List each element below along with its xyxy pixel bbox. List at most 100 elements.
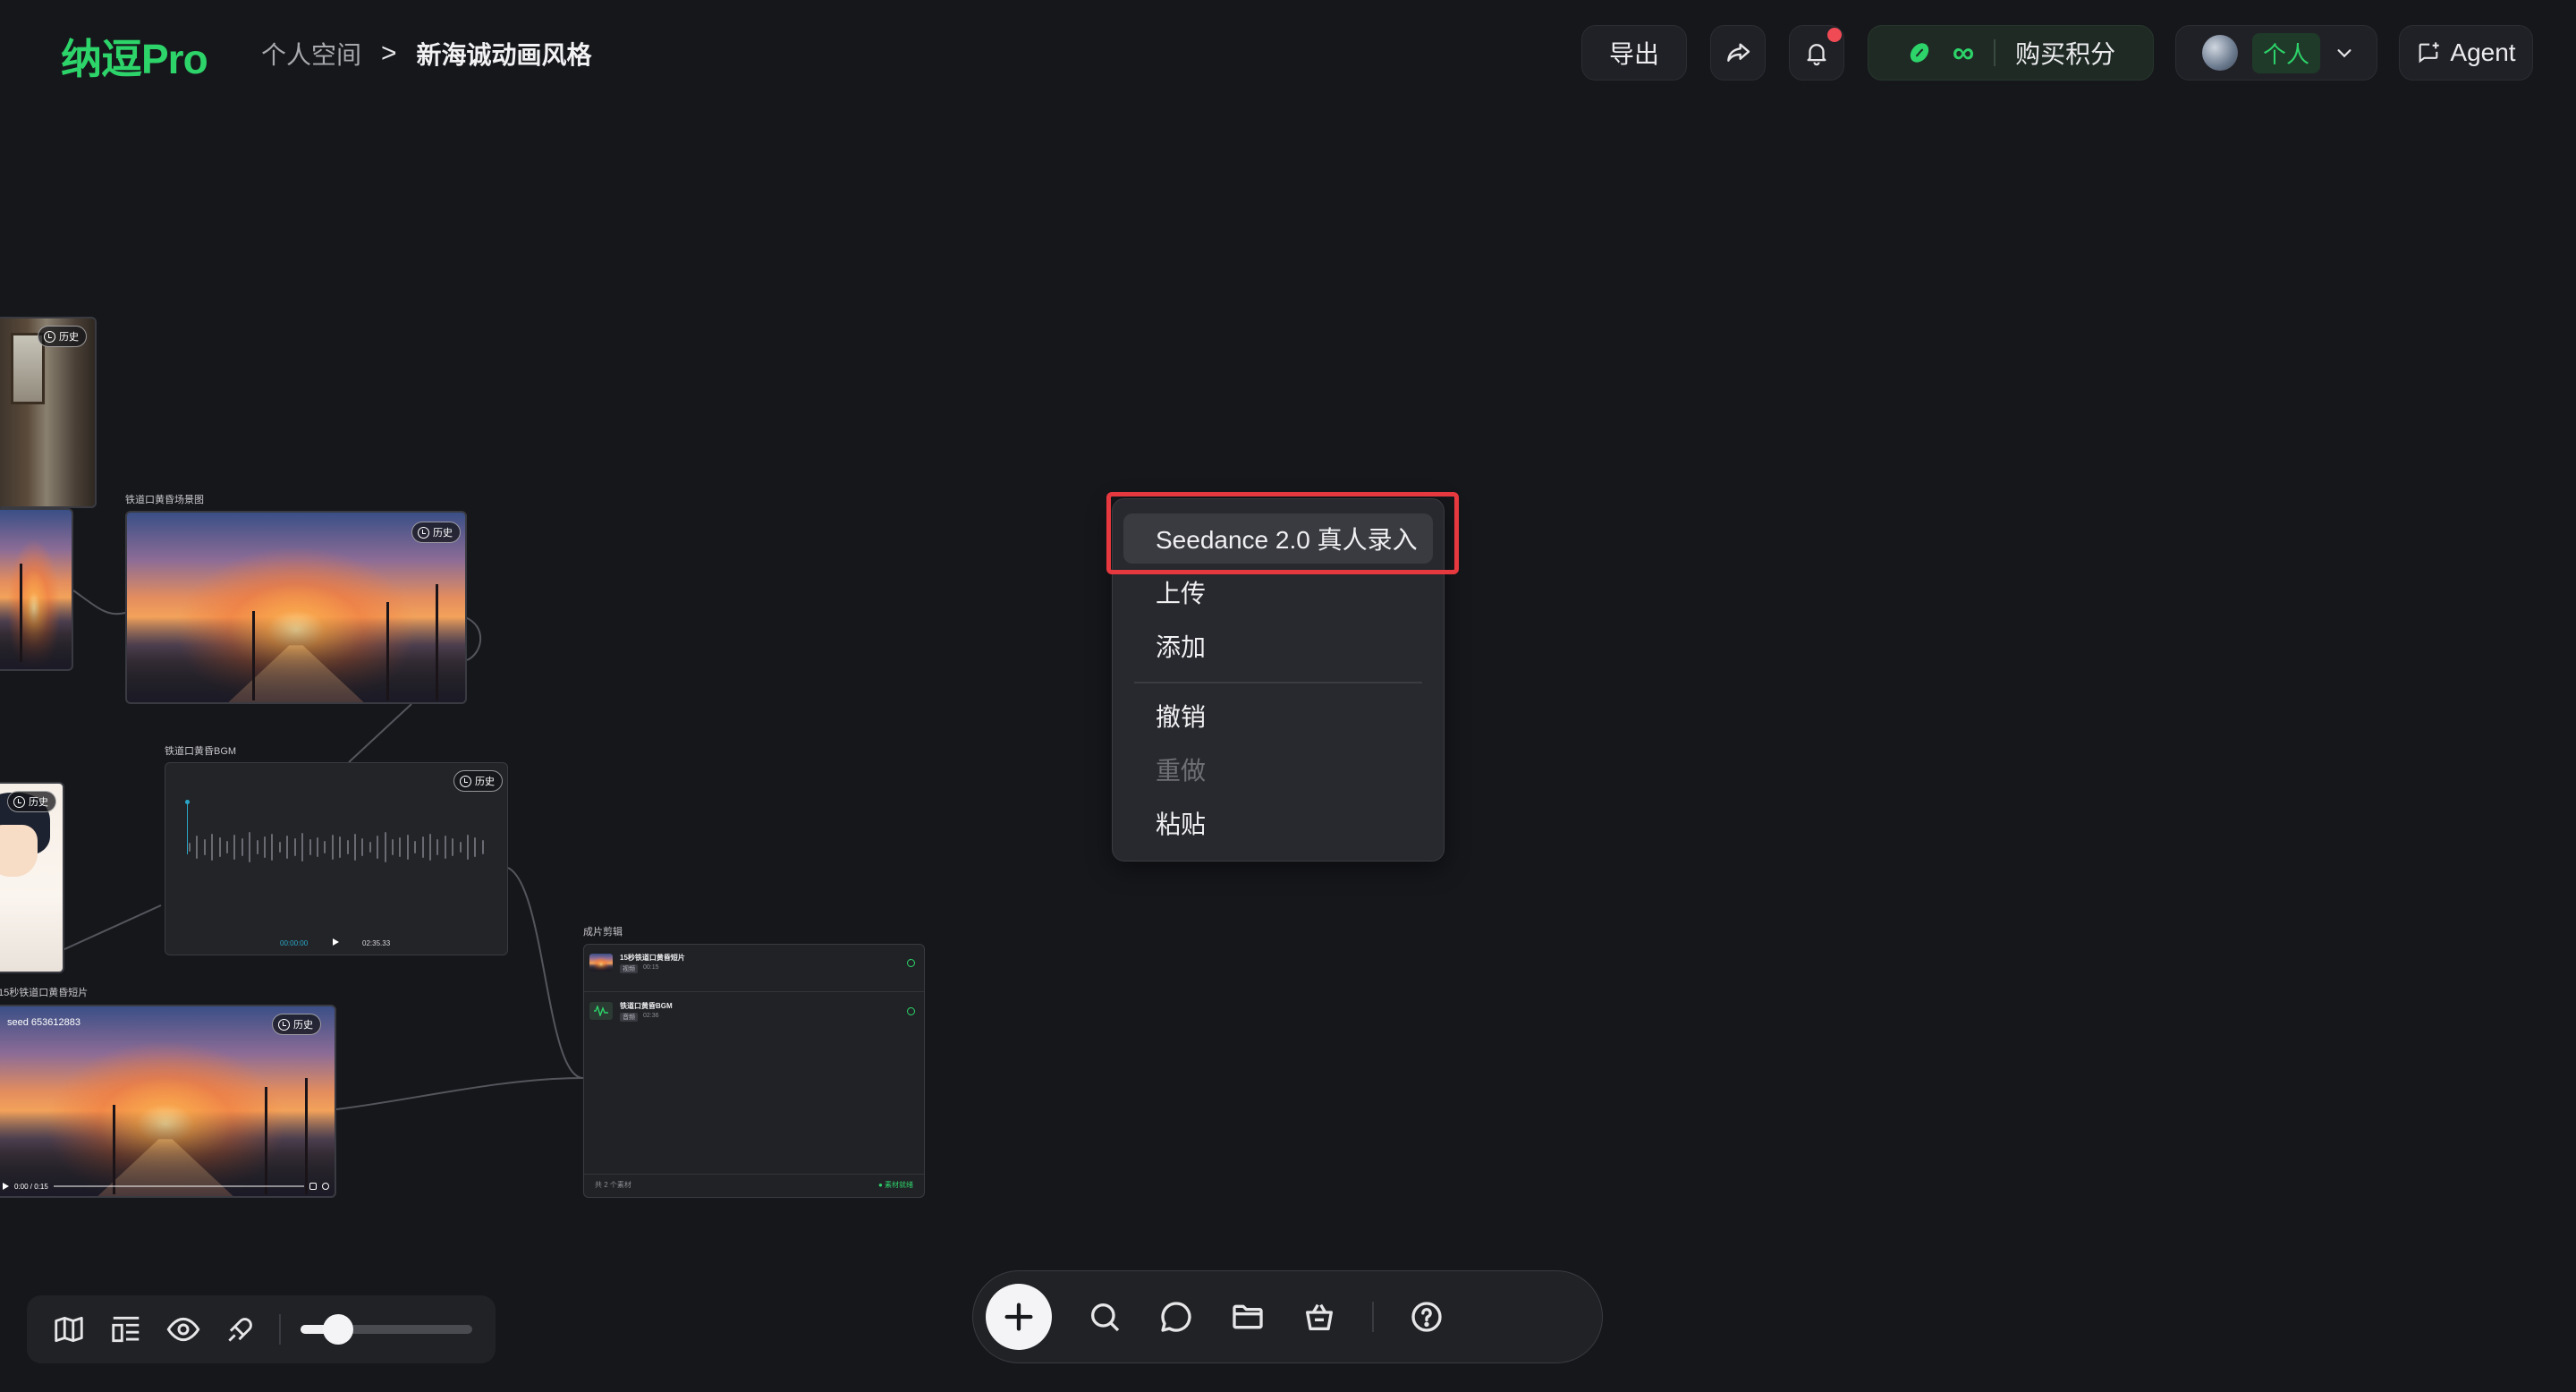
menu-item-undo[interactable]: 撤销 (1123, 691, 1433, 741)
railway-track (228, 645, 364, 702)
check-icon (907, 958, 915, 967)
menu-divider (1134, 682, 1422, 683)
edit-node[interactable]: 15秒铁道口黄昏短片 视频 00:15 铁道口黄昏BGM 音频 02:36 共 2 … (583, 944, 925, 1198)
video-progress[interactable] (53, 1185, 304, 1187)
waveform-bar (316, 837, 318, 857)
audio-wave-icon (589, 1002, 613, 1020)
highlight-annotation (1106, 492, 1459, 574)
waveform-bar (346, 840, 349, 854)
waveform-bar (249, 832, 251, 862)
menu-item-add[interactable]: 添加 (1123, 621, 1433, 671)
waveform-bar (421, 836, 424, 858)
clock-icon (460, 775, 471, 787)
waveform-bar (286, 836, 289, 859)
view-toolbar (27, 1295, 496, 1363)
waveform-bar (452, 838, 454, 856)
history-button[interactable]: 历史 (272, 1014, 321, 1035)
basket-icon[interactable] (1301, 1298, 1338, 1336)
help-icon[interactable] (1408, 1298, 1445, 1336)
edge-audio-edit (507, 867, 584, 1079)
history-button[interactable]: 历史 (38, 326, 87, 347)
audio-playhead[interactable] (185, 800, 190, 854)
toolbar-divider (1372, 1302, 1374, 1332)
waveform-bar (189, 843, 191, 852)
waveform-bar (474, 837, 477, 857)
waveform-bar (353, 834, 356, 861)
audio-node-bgm[interactable]: 历史 00:00:00 02:35.33 (165, 762, 508, 955)
audio-waveform (189, 831, 484, 863)
edge-portrait-video (62, 904, 162, 951)
video-node-short[interactable]: seed 653612883 历史 0:00 / 0:15 (0, 1005, 336, 1198)
history-label: 历史 (29, 797, 48, 808)
menu-item-redo[interactable]: 重做 (1123, 744, 1433, 794)
waveform-bar (271, 834, 274, 861)
edit-item-tag: 视频 (620, 963, 638, 973)
plus-icon (1004, 1303, 1033, 1331)
video-controls: 0:00 / 0:15 (0, 1176, 335, 1196)
zoom-slider[interactable] (301, 1314, 472, 1345)
search-icon[interactable] (1086, 1298, 1123, 1336)
node-title-image1: 铁道口黄昏场景图 (125, 495, 204, 505)
map-icon[interactable] (50, 1311, 88, 1348)
edit-item-thumbnail (589, 954, 613, 972)
play-icon[interactable] (2, 1183, 9, 1190)
waveform-bar (241, 838, 243, 856)
video-time: 0:00 / 0:15 (14, 1182, 48, 1191)
waveform-bar (436, 839, 439, 855)
edit-item[interactable]: 15秒铁道口黄昏短片 视频 00:15 (589, 950, 919, 975)
settings-icon[interactable] (322, 1183, 329, 1190)
folder-icon[interactable] (1229, 1298, 1267, 1336)
waveform-bar (331, 835, 334, 860)
edit-item-name: 15秒铁道口黄昏短片 (620, 953, 685, 962)
edit-item-duration: 02:36 (643, 1012, 659, 1019)
history-label: 历史 (433, 528, 453, 539)
waveform-bar (444, 836, 446, 859)
edge-video-edit (335, 1077, 584, 1110)
edit-divider (584, 991, 924, 992)
waveform-bar (369, 842, 371, 853)
waveform-bar (324, 841, 326, 853)
menu-item-upload[interactable]: 上传 (1123, 567, 1433, 617)
waveform-bar (226, 841, 229, 853)
edit-footer-count: 共 2 个素材 (595, 1181, 631, 1189)
image-node-room[interactable]: 历史 (0, 317, 97, 508)
main-toolbar (972, 1270, 1603, 1363)
image-node-portrait[interactable]: 历史 (0, 782, 64, 973)
magnet-icon[interactable] (222, 1311, 259, 1348)
clock-icon (418, 526, 429, 539)
waveform-bar (429, 834, 431, 861)
history-button[interactable]: 历史 (453, 770, 503, 792)
layout-icon[interactable] (107, 1311, 145, 1348)
waveform-bar (301, 833, 304, 862)
waveform-bar (278, 842, 281, 853)
history-button[interactable]: 历史 (7, 791, 56, 812)
clock-icon (278, 1018, 290, 1031)
audio-time-current: 00:00:00 (280, 939, 309, 947)
waveform-bar (377, 836, 379, 859)
node-title-audio: 铁道口黄昏BGM (165, 746, 237, 757)
menu-item-paste[interactable]: 粘贴 (1123, 798, 1433, 848)
waveform-bar (399, 837, 402, 857)
waveform-bar (391, 839, 394, 855)
history-label: 历史 (475, 777, 495, 787)
volume-icon[interactable] (309, 1183, 317, 1190)
clock-icon (44, 330, 55, 343)
add-button[interactable] (986, 1284, 1052, 1350)
zoom-slider-knob[interactable] (323, 1314, 354, 1345)
node-title-video: 15秒铁道口黄昏短片 (0, 988, 89, 998)
edit-item-name: 铁道口黄昏BGM (620, 1001, 673, 1010)
eye-icon[interactable] (165, 1311, 202, 1348)
history-label: 历史 (59, 332, 79, 343)
edge-image1-audio (348, 703, 412, 763)
play-icon[interactable] (332, 938, 339, 946)
image-node-partial[interactable] (0, 508, 73, 671)
history-label: 历史 (293, 1020, 313, 1031)
image-node-railway[interactable]: 历史 (125, 511, 467, 704)
edit-item[interactable]: 铁道口黄昏BGM 音频 02:36 (589, 998, 919, 1023)
chat-icon[interactable] (1157, 1298, 1195, 1336)
history-button[interactable]: 历史 (411, 522, 461, 543)
edit-item-duration: 00:15 (643, 963, 659, 971)
edit-divider (584, 1174, 924, 1175)
waveform-bar (481, 840, 484, 854)
waveform-bar (218, 837, 221, 857)
